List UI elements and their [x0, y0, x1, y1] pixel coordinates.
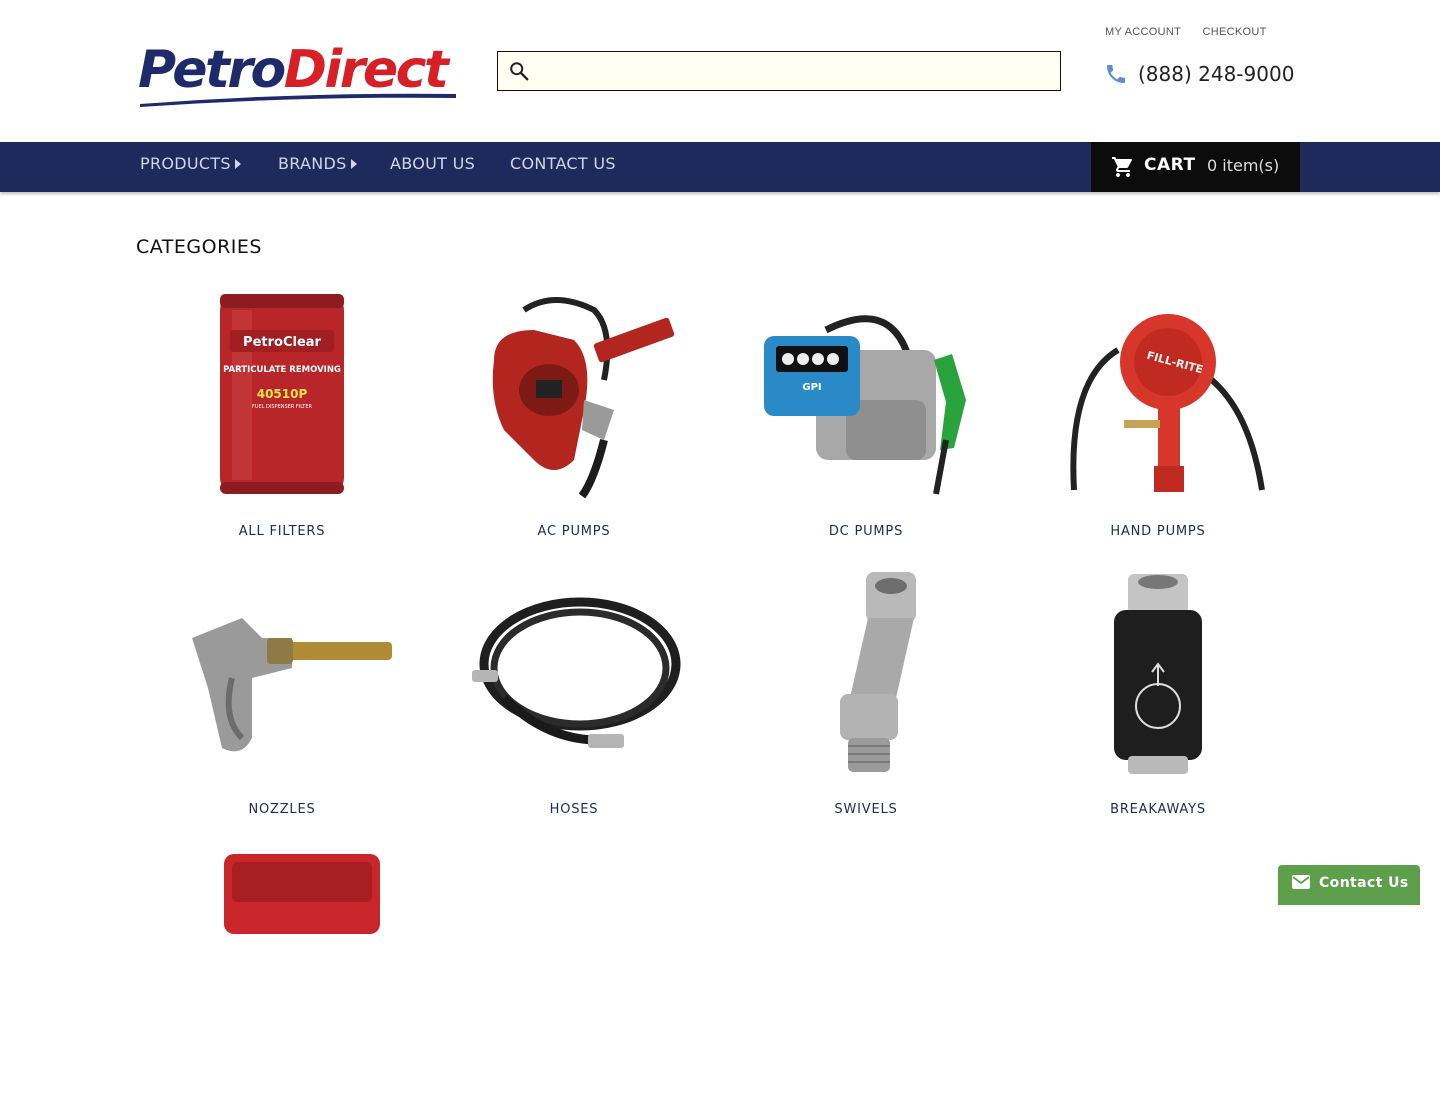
category-card-all-filters[interactable]: PetroClear PARTICULATE REMOVING 40510P F… — [136, 290, 428, 560]
category-card-dc-pumps[interactable]: GPI DC PUMPS — [720, 290, 1012, 560]
logo-swoosh-icon — [140, 93, 456, 107]
cart-item-count: 0 item(s) — [1207, 156, 1280, 175]
nav-label-contact-us: CONTACT US — [510, 154, 616, 173]
category-label[interactable]: HAND PUMPS — [1012, 524, 1304, 539]
my-account-link[interactable]: MY ACCOUNT — [1105, 26, 1181, 38]
search-bar[interactable] — [497, 51, 1061, 91]
breakaway-image[interactable] — [1048, 568, 1268, 780]
search-input[interactable] — [536, 52, 1056, 90]
search-icon[interactable] — [508, 60, 530, 82]
dc-pump-image[interactable]: GPI — [756, 290, 976, 502]
category-card-swivels[interactable]: SWIVELS — [720, 568, 1012, 838]
category-label[interactable]: DC PUMPS — [720, 524, 1012, 539]
phone-icon — [1107, 65, 1125, 83]
svg-text:PetroClear: PetroClear — [243, 335, 321, 350]
meter-image[interactable] — [172, 850, 392, 1062]
caret-right-icon — [234, 158, 241, 169]
category-card-partial[interactable] — [136, 850, 428, 1120]
ac-pump-image[interactable] — [464, 290, 684, 502]
nav-item-contact-us[interactable]: CONTACT US — [510, 142, 616, 192]
phone-number[interactable]: (888) 248-9000 — [1138, 62, 1294, 86]
category-card-nozzles[interactable]: NOZZLES — [136, 568, 428, 838]
category-label[interactable]: SWIVELS — [720, 802, 1012, 817]
category-label[interactable]: NOZZLES — [136, 802, 428, 817]
nav-item-about-us[interactable]: ABOUT US — [390, 142, 475, 192]
svg-text:40510P: 40510P — [257, 387, 308, 401]
cart-button[interactable]: CART 0 item(s) — [1091, 142, 1300, 192]
category-card-hand-pumps[interactable]: FILL-RITE HAND PUMPS — [1012, 290, 1304, 560]
envelope-icon — [1292, 875, 1310, 889]
categories-heading: CATEGORIES — [136, 236, 262, 258]
site-header: PetroDirect MY ACCOUNT CHECKOUT (888) 24… — [0, 0, 1440, 142]
nav-label-brands: BRANDS — [278, 154, 347, 173]
phone-contact[interactable]: (888) 248-9000 — [1104, 60, 1294, 88]
caret-right-icon — [350, 158, 357, 169]
cart-label: CART — [1144, 155, 1196, 175]
category-label[interactable]: AC PUMPS — [428, 524, 720, 539]
petrodirect-logo[interactable]: PetroDirect — [138, 40, 458, 110]
svg-text:GPI: GPI — [802, 382, 821, 393]
svg-text:PARTICULATE REMOVING: PARTICULATE REMOVING — [223, 365, 341, 375]
swivel-image[interactable] — [756, 568, 976, 780]
checkout-link[interactable]: CHECKOUT — [1203, 26, 1267, 38]
hose-image[interactable] — [464, 568, 684, 780]
category-label[interactable]: BREAKAWAYS — [1012, 802, 1304, 817]
contact-us-label: Contact Us — [1319, 875, 1409, 891]
category-label[interactable]: ALL FILTERS — [136, 524, 428, 539]
category-label[interactable]: HOSES — [428, 802, 720, 817]
svg-text:FUEL DISPENSER FILTER: FUEL DISPENSER FILTER — [252, 404, 313, 410]
nozzle-image[interactable] — [172, 568, 392, 780]
hand-pump-image[interactable]: FILL-RITE — [1048, 290, 1268, 502]
account-links: MY ACCOUNT CHECKOUT — [1105, 26, 1285, 38]
category-card-hoses[interactable]: HOSES — [428, 568, 720, 838]
nav-item-products[interactable]: PRODUCTS — [140, 142, 241, 192]
category-card-ac-pumps[interactable]: AC PUMPS — [428, 290, 720, 560]
category-card-breakaways[interactable]: BREAKAWAYS — [1012, 568, 1304, 838]
nav-label-products: PRODUCTS — [140, 154, 231, 173]
nav-item-brands[interactable]: BRANDS — [278, 142, 357, 192]
nav-label-about-us: ABOUT US — [390, 154, 476, 173]
cart-icon — [1112, 157, 1132, 177]
contact-us-widget[interactable]: Contact Us — [1278, 865, 1420, 905]
filter-canister-image[interactable]: PetroClear PARTICULATE REMOVING 40510P F… — [172, 290, 392, 502]
